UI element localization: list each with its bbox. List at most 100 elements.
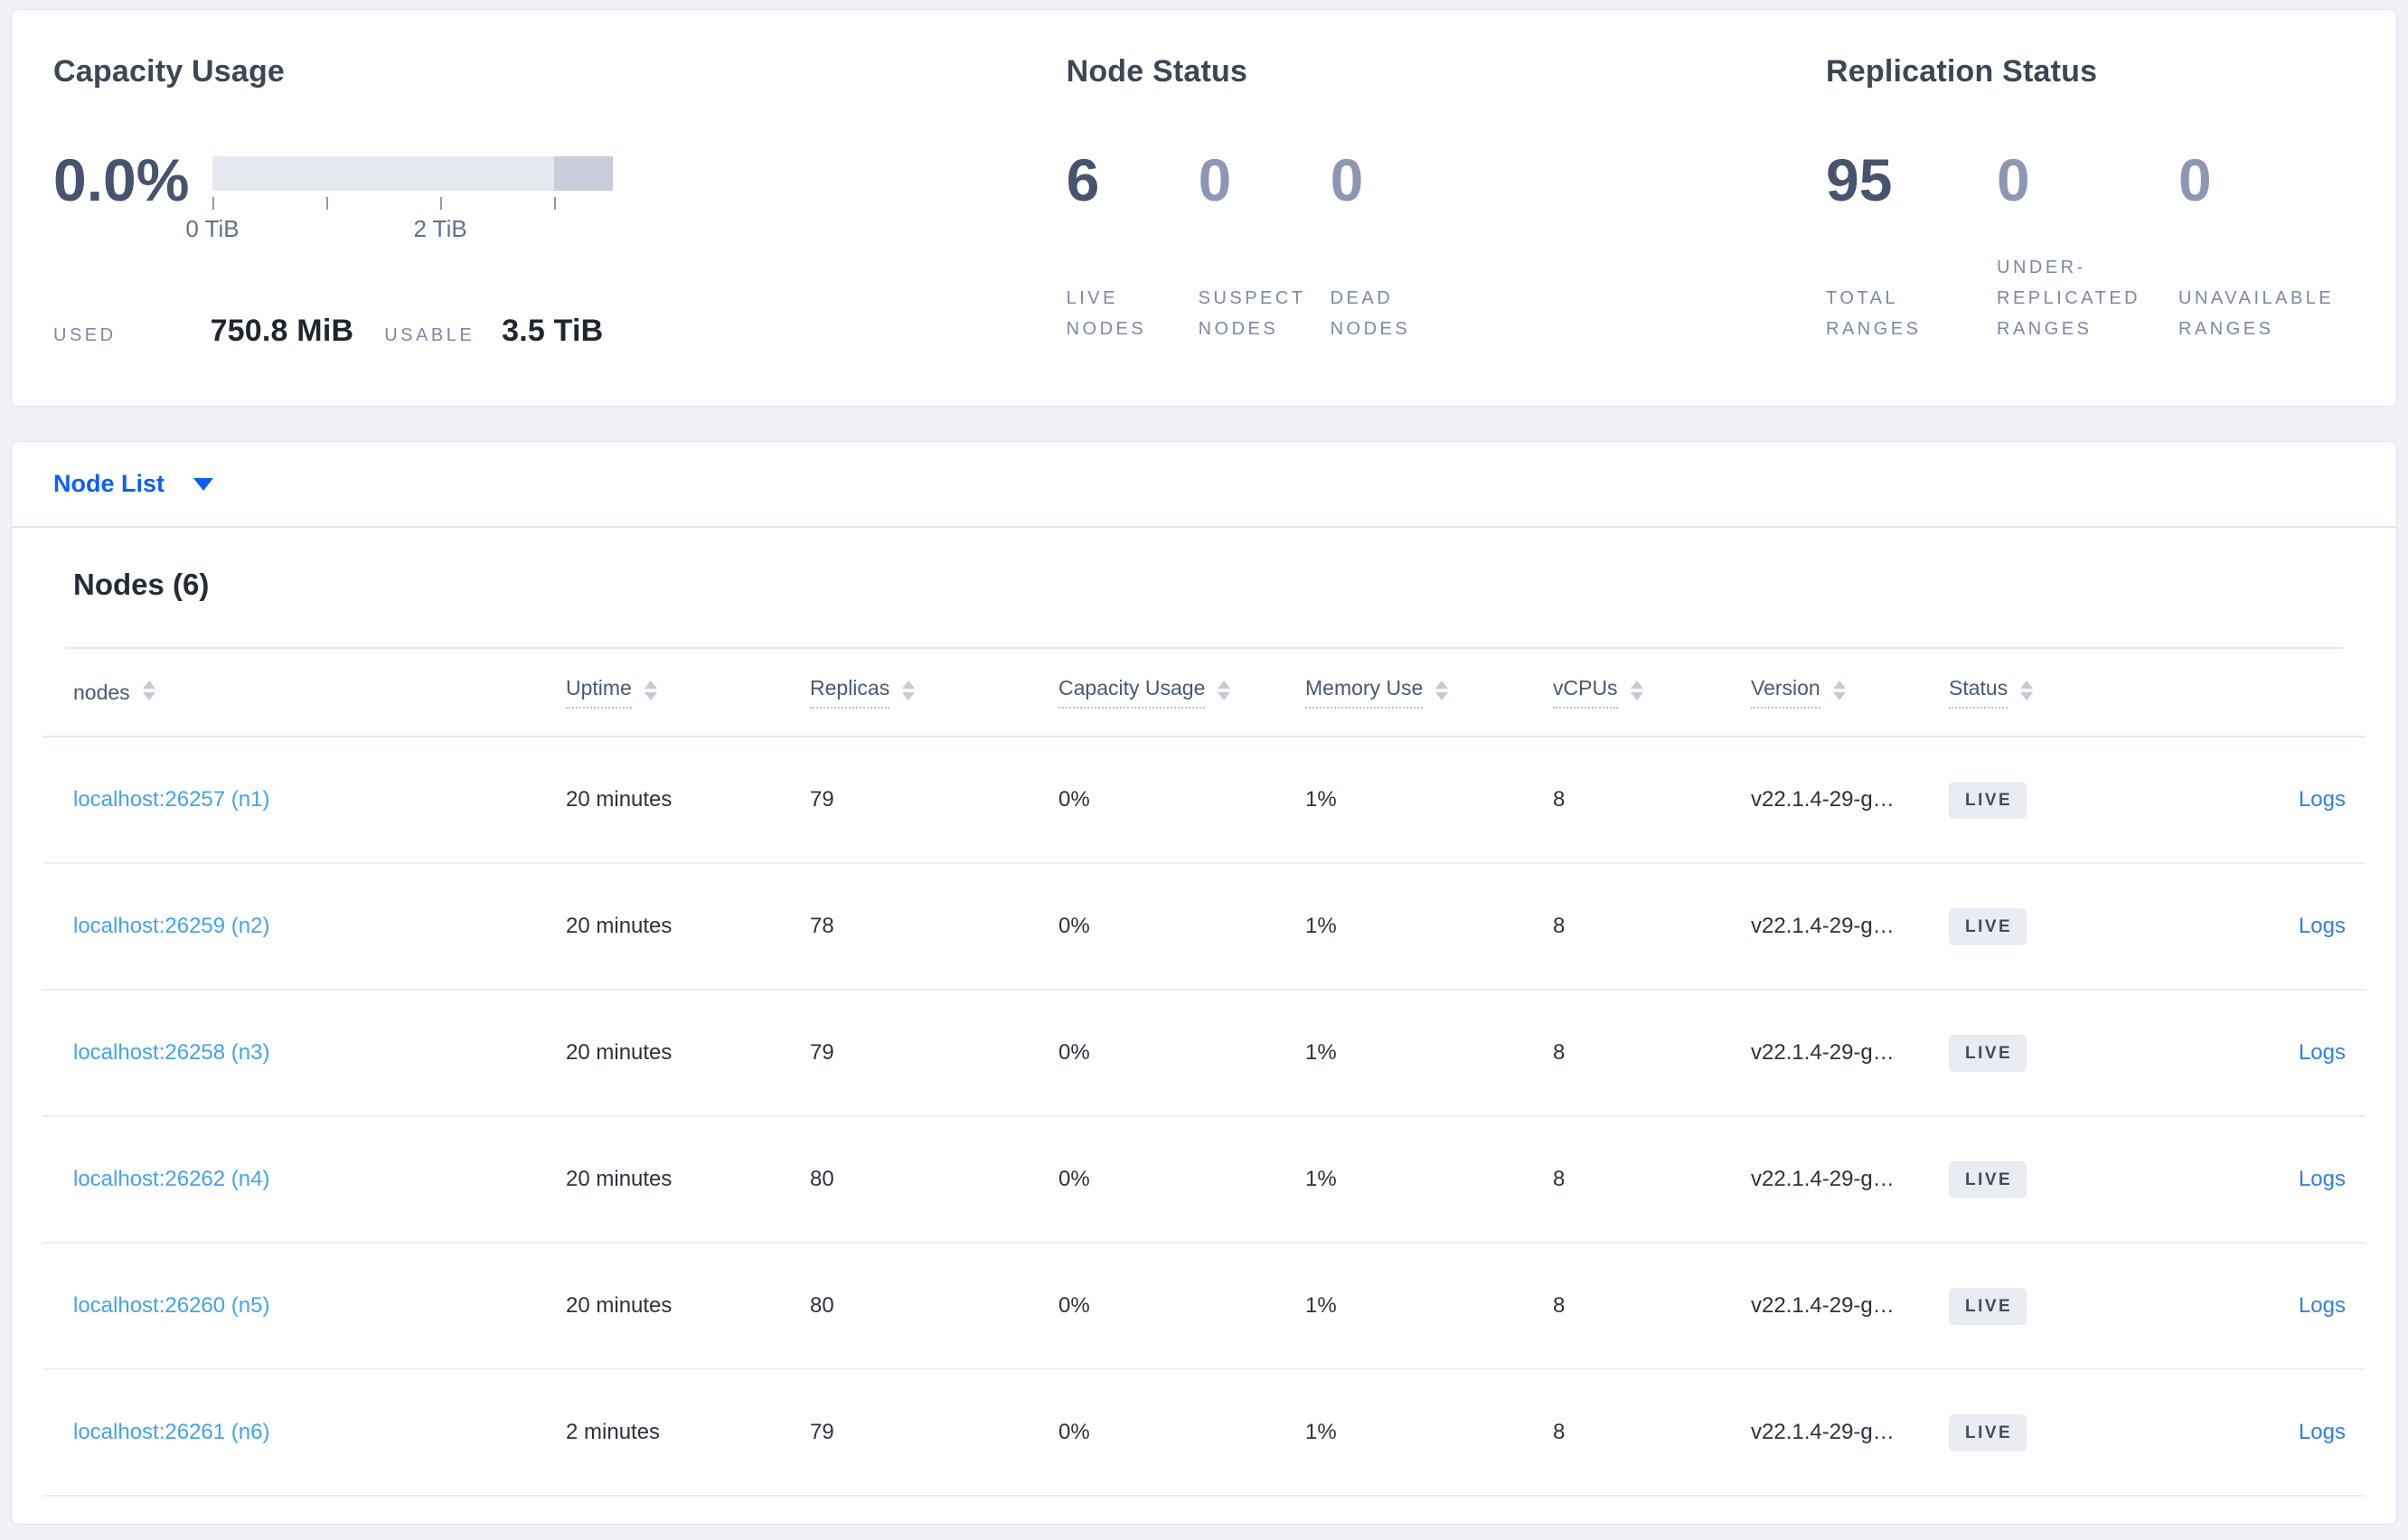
sort-up-triangle — [1832, 681, 1846, 689]
sort-icon — [902, 681, 916, 700]
replicas-cell: 80 — [810, 1293, 834, 1318]
logs-link[interactable]: Logs — [2299, 1420, 2346, 1444]
node-address-link[interactable]: localhost:26259 (n2) — [73, 914, 269, 938]
status-badge: LIVE — [1949, 907, 2027, 945]
version-cell: v22.1.4-29-g… — [1751, 1420, 1895, 1444]
stat-label: UNAVAILABLE RANGES — [2178, 288, 2335, 339]
stat-label: TOTAL RANGES — [1826, 288, 1922, 339]
table-row: localhost:26257 (n1) 20 minutes 79 0% 1%… — [42, 737, 2366, 864]
column-header-label: Status — [1949, 676, 2008, 709]
column-header-label: vCPUs — [1553, 676, 1618, 709]
status-badge: LIVE — [1949, 1413, 2027, 1451]
sort-icon — [1218, 681, 1231, 700]
column-header[interactable]: Version — [1751, 676, 1949, 709]
capacity-usage-cell: 0% — [1058, 1040, 1090, 1065]
column-header[interactable]: Capacity Usage — [1058, 676, 1305, 709]
node-address-link[interactable]: localhost:26258 (n3) — [73, 1040, 269, 1065]
summary-stat: 0 UNAVAILABLE RANGES — [2178, 147, 2360, 344]
sort-up-triangle — [644, 681, 657, 689]
cluster-summary-card: Capacity Usage 0.0% 0 TiB 2 TiB USED 750.… — [11, 9, 2397, 407]
uptime-cell: 20 minutes — [566, 1293, 673, 1318]
uptime-cell: 20 minutes — [566, 787, 673, 812]
column-header[interactable]: Uptime — [566, 676, 810, 709]
node-list-dropdown[interactable]: Node List — [11, 441, 2397, 527]
column-header[interactable]: vCPUs — [1553, 676, 1751, 709]
logs-link[interactable]: Logs — [2299, 914, 2346, 938]
memory-use-cell: 1% — [1305, 914, 1337, 938]
used-label: USED — [53, 325, 117, 345]
memory-use-cell: 1% — [1305, 787, 1337, 812]
replicas-cell: 79 — [810, 787, 834, 812]
logs-link[interactable]: Logs — [2299, 1293, 2346, 1318]
node-address-link[interactable]: localhost:26257 (n1) — [73, 787, 269, 812]
column-header[interactable]: Status — [1949, 676, 2175, 709]
version-cell: v22.1.4-29-g… — [1751, 1167, 1895, 1191]
sort-icon — [2020, 681, 2034, 700]
node-status-panel: Node Status 6 LIVE NODES 0 SUSPECT NODES… — [1067, 53, 1826, 406]
node-address-link[interactable]: localhost:26261 (n6) — [73, 1420, 269, 1444]
sort-up-triangle — [1630, 681, 1643, 689]
sort-icon — [644, 681, 657, 700]
vcpus-cell: 8 — [1553, 1040, 1566, 1065]
table-header-row: nodes Uptime Replicas Capacity Usage Mem… — [42, 649, 2366, 737]
table-row: localhost:26262 (n4) 20 minutes 80 0% 1%… — [42, 1117, 2366, 1244]
capacity-gauge-provisioned-segment — [553, 156, 613, 191]
column-header-label: Uptime — [566, 676, 632, 709]
column-header[interactable]: nodes — [73, 681, 566, 705]
memory-use-cell: 1% — [1305, 1420, 1337, 1444]
sort-down-triangle — [1832, 692, 1846, 700]
node-address-link[interactable]: localhost:26262 (n4) — [73, 1167, 269, 1191]
nodes-section-title: Nodes (6) — [73, 568, 210, 601]
version-cell: v22.1.4-29-g… — [1751, 787, 1895, 812]
usable-label: USABLE — [384, 325, 475, 345]
gauge-tick — [212, 197, 214, 210]
sort-down-triangle — [1218, 692, 1231, 700]
vcpus-cell: 8 — [1553, 1167, 1566, 1191]
column-header[interactable]: Replicas — [810, 676, 1058, 709]
capacity-usage-panel: Capacity Usage 0.0% 0 TiB 2 TiB USED 750.… — [53, 53, 1067, 406]
table-row: localhost:26258 (n3) 20 minutes 79 0% 1%… — [42, 991, 2366, 1117]
replicas-cell: 79 — [810, 1040, 834, 1065]
column-header[interactable]: Memory Use — [1305, 676, 1553, 709]
version-cell: v22.1.4-29-g… — [1751, 914, 1895, 938]
used-value: 750.8 MiB — [210, 314, 354, 348]
gauge-tick-label: 2 TiB — [413, 215, 467, 242]
stat-value: 0 — [1330, 146, 1364, 213]
capacity-hero: 0.0% 0 TiB 2 TiB — [53, 147, 1067, 244]
stat-value: 0 — [1198, 146, 1232, 213]
sort-down-triangle — [142, 692, 155, 700]
nodes-table-card: Nodes (6) nodes Uptime Replicas Capacity… — [11, 527, 2397, 1525]
panel-title: Node Status — [1066, 54, 1248, 89]
capacity-gauge-ticks — [212, 197, 613, 211]
sort-icon — [1435, 681, 1449, 700]
logs-link[interactable]: Logs — [2299, 787, 2346, 812]
node-list-dropdown-label: Node List — [53, 470, 165, 497]
sort-up-triangle — [902, 681, 916, 689]
column-header-label: Version — [1751, 676, 1820, 709]
capacity-usage-cell: 0% — [1058, 1167, 1090, 1191]
summary-stat: 0 DEAD NODES — [1331, 147, 1463, 344]
replicas-cell: 80 — [810, 1167, 834, 1191]
capacity-usage-cell: 0% — [1058, 914, 1090, 938]
usable-value: 3.5 TiB — [502, 314, 604, 348]
stat-label: SUSPECT NODES — [1198, 288, 1306, 339]
gauge-tick — [440, 197, 443, 210]
vcpus-cell: 8 — [1553, 1293, 1566, 1318]
vcpus-cell: 8 — [1553, 787, 1566, 812]
sort-up-triangle — [2020, 681, 2034, 689]
stat-value: 0 — [2178, 146, 2212, 213]
status-badge: LIVE — [1949, 1034, 2027, 1072]
column-header-label: Capacity Usage — [1058, 676, 1206, 709]
node-address-link[interactable]: localhost:26260 (n5) — [73, 1293, 269, 1318]
vcpus-cell: 8 — [1553, 1420, 1566, 1444]
logs-link[interactable]: Logs — [2299, 1040, 2346, 1065]
version-cell: v22.1.4-29-g… — [1751, 1040, 1895, 1065]
column-header-label: Replicas — [810, 676, 890, 709]
logs-link[interactable]: Logs — [2299, 1167, 2346, 1191]
vcpus-cell: 8 — [1553, 914, 1566, 938]
table-body: localhost:26257 (n1) 20 minutes 79 0% 1%… — [42, 737, 2366, 1497]
summary-stat: 0 SUSPECT NODES — [1199, 147, 1331, 344]
status-badge: LIVE — [1949, 1287, 2027, 1325]
capacity-gauge-bar — [212, 156, 613, 191]
stat-label: LIVE NODES — [1066, 288, 1147, 339]
